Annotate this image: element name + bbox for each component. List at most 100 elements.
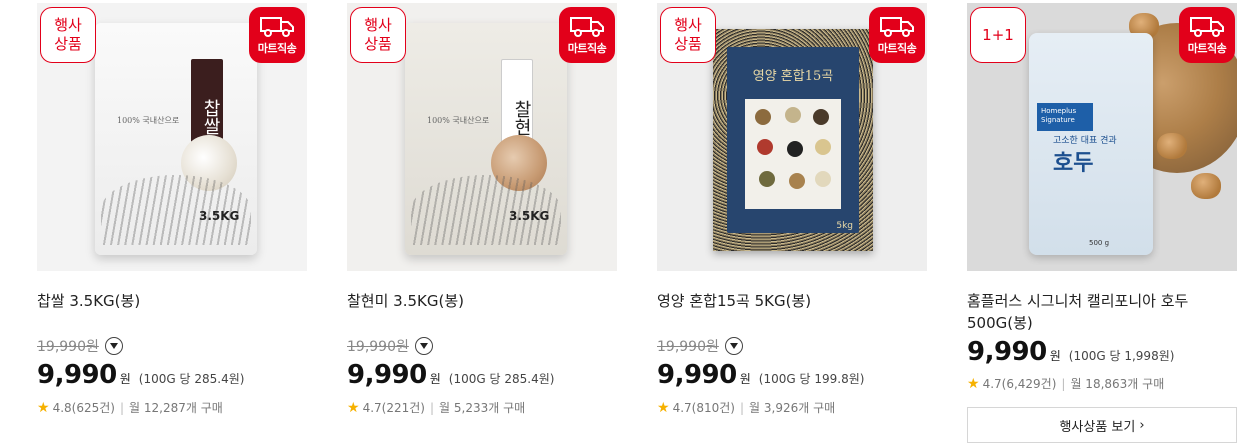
promo-badge: 1+1 [970,7,1026,63]
rating: 4.7(221건) [362,401,425,415]
walnut-pouch-illustration: Homeplus Signature 고소한 대표 견과 호두 500 g [1029,33,1153,255]
grain-dot [787,141,803,157]
price-row: 9,990 원 (100G 당 1,998원) [967,337,1174,367]
monthly-purchases: 월 5,233개 구매 [439,401,526,415]
pack-weight: 5kg [836,221,853,231]
divider: | [119,400,125,415]
monthly-purchases: 월 18,863개 구매 [1070,377,1165,391]
star-icon: ★ [37,399,50,416]
pack-weight: 3.5KG [509,209,550,223]
pack-small-text: 100% 국내산으로 [427,116,490,125]
pack-brand: Homeplus Signature [1037,103,1093,131]
product-image[interactable]: 행사 상품 마트직송 영양 혼합15곡 5kg [657,3,927,271]
walnut [1157,133,1187,159]
product-name[interactable]: 찰현미 3.5KG(봉) [347,290,617,312]
pack-title: 영양 혼합15곡 [752,69,834,84]
star-icon: ★ [347,399,360,416]
grain-dot [789,173,805,189]
unit-price: (100G 당 1,998원) [1068,349,1175,363]
unit-price: (100G 당 199.8원) [758,372,865,386]
pack-weight: 500 g [1089,239,1110,247]
unit-price: (100G 당 285.4원) [138,372,245,386]
promo-badge: 행사 상품 [660,7,716,63]
monthly-purchases: 월 3,926개 구매 [749,401,836,415]
sale-price: 9,990 [37,360,117,390]
price-detail-button[interactable] [104,337,123,355]
product-image[interactable]: 행사 상품 마트직송 찰현미 100% 국내산으로 3.5KG [347,3,617,271]
sale-price: 9,990 [657,360,737,390]
rating: 4.7(810건) [672,401,735,415]
divider: | [429,400,435,415]
promo-badge: 행사 상품 [350,7,406,63]
divider: | [1061,376,1066,391]
delivery-label: 마트직송 [567,42,607,55]
view-promo-products-button[interactable]: 행사상품 보기 › [967,407,1237,443]
price-row: 9,990 원 (100G 당 285.4원) [37,360,244,390]
price-row: 9,990 원 (100G 당 199.8원) [657,360,864,390]
chevron-down-icon [109,343,118,349]
grain-dot [815,171,831,187]
original-price-row: 19,990원 [37,336,123,356]
unit-price: (100G 당 285.4원) [448,372,555,386]
pack-title: 호두 [1053,151,1094,176]
currency: 원 [429,372,441,386]
grain-sample-panel [745,99,841,209]
price-row: 9,990 원 (100G 당 285.4원) [347,360,554,390]
rating-row: ★ 4.7(6,429건) | 월 18,863개 구매 [967,375,1164,392]
mart-delivery-badge: 마트직송 [559,7,615,63]
rating-row: ★ 4.8(625건) | 월 12,287개 구매 [37,399,223,416]
product-name[interactable]: 찹쌀 3.5KG(봉) [37,290,307,312]
promo-link-label: 행사상품 보기 [1059,419,1136,435]
grain-dot [813,109,829,125]
product-card[interactable]: 행사 상품 마트직송 찰현미 100% 국내산으로 3.5KG 찰현미 3.5K… [347,0,617,448]
walnut [1191,173,1221,199]
sale-price: 9,990 [967,337,1047,367]
product-image[interactable]: 1+1 마트직송 Homeplus Signature 고소한 대표 견과 호두… [967,3,1237,271]
pack-weight: 3.5KG [199,209,240,223]
grain-dot [759,171,775,187]
original-price: 19,990원 [347,339,409,355]
original-price: 19,990원 [657,339,719,355]
product-name[interactable]: 홈플러스 시그니처 캘리포니아 호두 500G(봉) [967,290,1237,334]
original-price: 19,990원 [37,339,99,355]
product-name[interactable]: 영양 혼합15곡 5KG(봉) [657,290,927,312]
truck-icon [1190,17,1224,37]
pack-small-text: 100% 국내산으로 [117,116,180,125]
price-detail-button[interactable] [724,337,743,355]
grain-dot [785,107,801,123]
product-card[interactable]: 행사 상품 마트직송 영양 혼합15곡 5kg 영양 혼합15곡 5KG(봉) … [657,0,927,448]
currency: 원 [119,372,131,386]
pack-title: 찹쌀 [200,99,221,135]
original-price-row: 19,990원 [657,336,743,356]
currency: 원 [739,372,751,386]
product-image[interactable]: 행사 상품 마트직송 찹쌀 100% 국내산으로 3.5KG [37,3,307,271]
truck-icon [260,17,294,37]
star-icon: ★ [657,399,670,416]
rating-row: ★ 4.7(221건) | 월 5,233개 구매 [347,399,525,416]
chevron-down-icon [729,343,738,349]
chevron-right-icon: › [1139,417,1145,433]
rating-row: ★ 4.7(810건) | 월 3,926개 구매 [657,399,835,416]
mart-delivery-badge: 마트직송 [249,7,305,63]
monthly-purchases: 월 12,287개 구매 [129,401,223,415]
product-card[interactable]: 1+1 마트직송 Homeplus Signature 고소한 대표 견과 호두… [967,0,1237,448]
rating: 4.8(625건) [52,401,115,415]
product-card[interactable]: 행사 상품 마트직송 찹쌀 100% 국내산으로 3.5KG 찹쌀 3.5KG(… [37,0,307,448]
grain-dot [755,109,771,125]
currency: 원 [1049,349,1061,363]
rice-bag-illustration: 찰현미 100% 국내산으로 3.5KG [405,23,567,255]
rice-bag-illustration: 찹쌀 100% 국내산으로 3.5KG [95,23,257,255]
mart-delivery-badge: 마트직송 [1179,7,1235,63]
promo-badge: 행사 상품 [40,7,96,63]
grain-dot [757,139,773,155]
chevron-down-icon [419,343,428,349]
truck-icon [880,17,914,37]
star-icon: ★ [967,375,980,392]
price-detail-button[interactable] [414,337,433,355]
grain-mix-pack-illustration: 영양 혼합15곡 5kg [713,29,873,251]
grain-dot [815,139,831,155]
delivery-label: 마트직송 [257,42,297,55]
divider: | [739,400,745,415]
delivery-label: 마트직송 [877,42,917,55]
mart-delivery-badge: 마트직송 [869,7,925,63]
